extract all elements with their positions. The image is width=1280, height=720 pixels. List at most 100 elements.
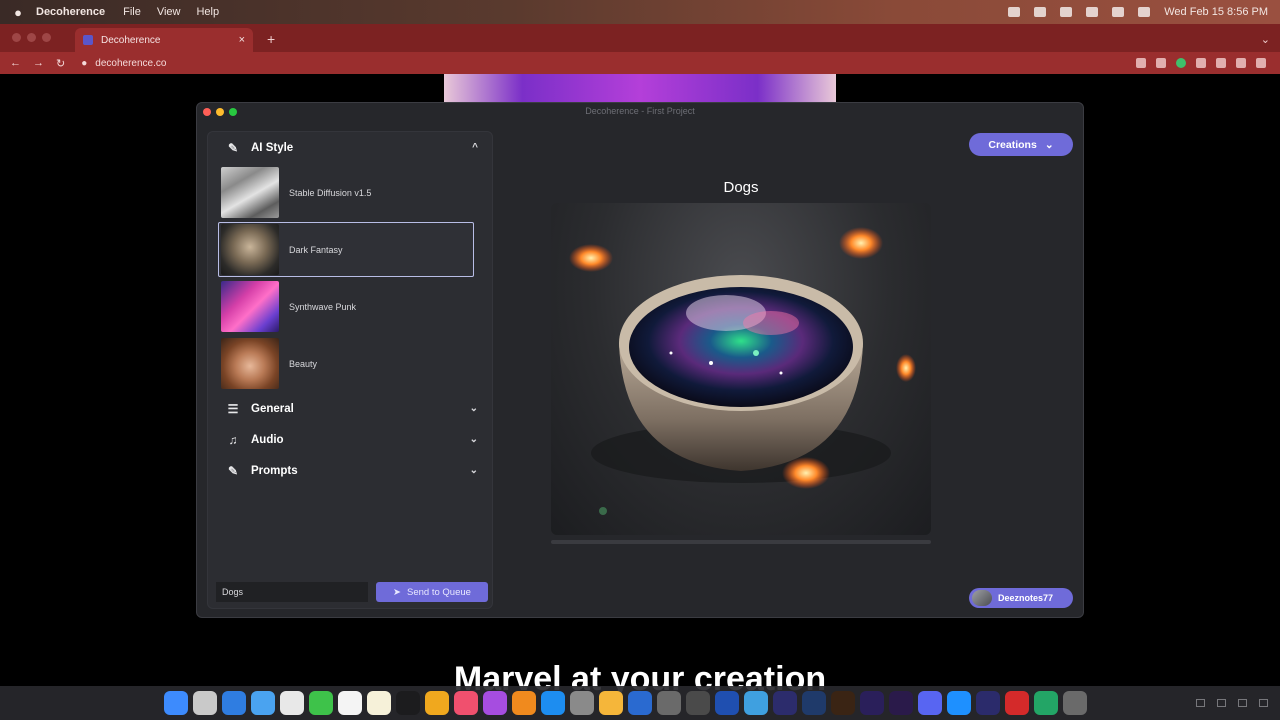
app-icon[interactable] bbox=[947, 691, 971, 715]
photos-icon[interactable] bbox=[280, 691, 304, 715]
browser-tab-strip: Decoherence × + ⌄ bbox=[0, 24, 1280, 52]
app-icon[interactable] bbox=[657, 691, 681, 715]
menubar-clock[interactable]: Wed Feb 15 8:56 PM bbox=[1164, 6, 1268, 18]
username: Deeznotes77 bbox=[998, 593, 1054, 603]
control-center-icon[interactable] bbox=[1138, 7, 1151, 17]
word-icon[interactable] bbox=[715, 691, 739, 715]
folder-icon[interactable] bbox=[599, 691, 623, 715]
profile-icon[interactable] bbox=[1236, 58, 1246, 68]
chrome-icon[interactable] bbox=[425, 691, 449, 715]
section-prompts[interactable]: ✎ Prompts ⌄ bbox=[208, 455, 492, 486]
minimize-dot[interactable] bbox=[27, 33, 36, 42]
battery-icon[interactable] bbox=[1060, 7, 1073, 17]
trash-icon[interactable] bbox=[1063, 691, 1087, 715]
music-app-icon[interactable] bbox=[454, 691, 478, 715]
menu-view[interactable]: View bbox=[157, 6, 181, 18]
zoom-app-icon[interactable] bbox=[628, 691, 652, 715]
menu-help[interactable]: Help bbox=[196, 6, 219, 18]
extension-icon[interactable] bbox=[1176, 58, 1186, 68]
style-item-synthwave-punk[interactable]: Synthwave Punk bbox=[218, 279, 474, 334]
section-label: Prompts bbox=[251, 464, 298, 477]
style-thumbnail bbox=[221, 338, 279, 389]
style-thumbnail bbox=[221, 224, 279, 275]
discord-icon[interactable] bbox=[918, 691, 942, 715]
style-label: Dark Fantasy bbox=[289, 244, 343, 255]
creations-dropdown[interactable]: Creations ⌄ bbox=[969, 133, 1073, 156]
menu-app-name[interactable]: Decoherence bbox=[36, 6, 105, 18]
new-tab-button[interactable]: + bbox=[267, 31, 275, 47]
send-icon: ➤ bbox=[393, 586, 402, 598]
user-account-button[interactable]: Deeznotes77 bbox=[969, 588, 1073, 608]
more-icon[interactable] bbox=[1256, 58, 1266, 68]
mail-icon[interactable] bbox=[251, 691, 275, 715]
share-icon[interactable] bbox=[1136, 58, 1146, 68]
pencil-icon: ✎ bbox=[227, 463, 239, 478]
messages-icon[interactable] bbox=[309, 691, 333, 715]
status-icon[interactable] bbox=[1034, 7, 1047, 17]
section-label: Audio bbox=[251, 433, 284, 446]
app-store-icon[interactable] bbox=[541, 691, 565, 715]
podcasts-icon[interactable] bbox=[483, 691, 507, 715]
section-label: General bbox=[251, 402, 294, 415]
style-thumbnail bbox=[221, 281, 279, 332]
send-label: Send to Queue bbox=[407, 586, 471, 598]
illustrator-icon[interactable] bbox=[831, 691, 855, 715]
vlc-icon[interactable] bbox=[512, 691, 536, 715]
wifi-icon[interactable] bbox=[1086, 7, 1099, 17]
generated-image-art bbox=[569, 227, 916, 515]
chevron-up-icon[interactable]: ^ bbox=[472, 142, 478, 153]
style-item-beauty[interactable]: Beauty bbox=[218, 336, 474, 391]
status-icon[interactable] bbox=[1008, 7, 1021, 17]
app-icon[interactable] bbox=[773, 691, 797, 715]
prompt-bar: ➤ Send to Queue bbox=[216, 582, 488, 602]
chrome-canary-icon[interactable] bbox=[744, 691, 768, 715]
calendar-icon[interactable] bbox=[338, 691, 362, 715]
chevron-down-icon[interactable]: ⌄ bbox=[470, 434, 478, 445]
zoom-dot[interactable] bbox=[42, 33, 51, 42]
chevron-down-icon[interactable]: ⌄ bbox=[1261, 33, 1280, 52]
window-controls bbox=[0, 33, 63, 52]
after-effects-icon[interactable] bbox=[860, 691, 884, 715]
dock-status-icon bbox=[1196, 699, 1205, 707]
premiere-icon[interactable] bbox=[889, 691, 913, 715]
app-icon[interactable] bbox=[1034, 691, 1058, 715]
finder-icon[interactable] bbox=[164, 691, 188, 715]
close-dot[interactable] bbox=[12, 33, 21, 42]
address-bar-row: ← → ↻ ● decoherence.co bbox=[0, 52, 1280, 74]
dock-status-icon bbox=[1259, 699, 1268, 707]
section-general[interactable]: ☰ General ⌄ bbox=[208, 393, 492, 424]
settings-icon[interactable] bbox=[570, 691, 594, 715]
star-icon[interactable] bbox=[1156, 58, 1166, 68]
launchpad-icon[interactable] bbox=[193, 691, 217, 715]
close-icon[interactable]: × bbox=[239, 34, 245, 46]
photoshop-icon[interactable] bbox=[802, 691, 826, 715]
app-icon[interactable] bbox=[686, 691, 710, 715]
section-audio[interactable]: ♫ Audio ⌄ bbox=[208, 424, 492, 455]
style-thumbnail bbox=[221, 167, 279, 218]
back-icon[interactable]: ← bbox=[10, 57, 21, 70]
image-title: Dogs bbox=[723, 179, 759, 196]
extensions-puzzle-icon[interactable] bbox=[1196, 58, 1206, 68]
prompt-input[interactable] bbox=[216, 582, 368, 602]
url-text[interactable]: decoherence.co bbox=[95, 58, 166, 69]
app-icon[interactable] bbox=[976, 691, 1000, 715]
browser-tab[interactable]: Decoherence × bbox=[75, 28, 253, 52]
acrobat-icon[interactable] bbox=[1005, 691, 1029, 715]
menu-file[interactable]: File bbox=[123, 6, 141, 18]
safari-icon[interactable] bbox=[222, 691, 246, 715]
reload-icon[interactable]: ↻ bbox=[56, 57, 65, 70]
style-item-stable-diffusion[interactable]: Stable Diffusion v1.5 bbox=[218, 165, 474, 220]
settings-sidebar: ✎ AI Style ^ Stable Diffusion v1.5 Dark … bbox=[207, 131, 493, 609]
style-item-dark-fantasy[interactable]: Dark Fantasy bbox=[218, 222, 474, 277]
forward-icon[interactable]: → bbox=[33, 57, 44, 70]
spotlight-icon[interactable] bbox=[1112, 7, 1125, 17]
apple-icon[interactable]: ● bbox=[0, 5, 36, 20]
send-to-queue-button[interactable]: ➤ Send to Queue bbox=[376, 582, 488, 602]
sidebar-icon[interactable] bbox=[1216, 58, 1226, 68]
tv-icon[interactable] bbox=[396, 691, 420, 715]
notes-icon[interactable] bbox=[367, 691, 391, 715]
chevron-down-icon[interactable]: ⌄ bbox=[470, 465, 478, 476]
address-bar[interactable]: ● decoherence.co bbox=[81, 58, 166, 69]
chevron-down-icon[interactable]: ⌄ bbox=[470, 403, 478, 414]
section-ai-style[interactable]: ✎ AI Style ^ bbox=[208, 132, 492, 163]
